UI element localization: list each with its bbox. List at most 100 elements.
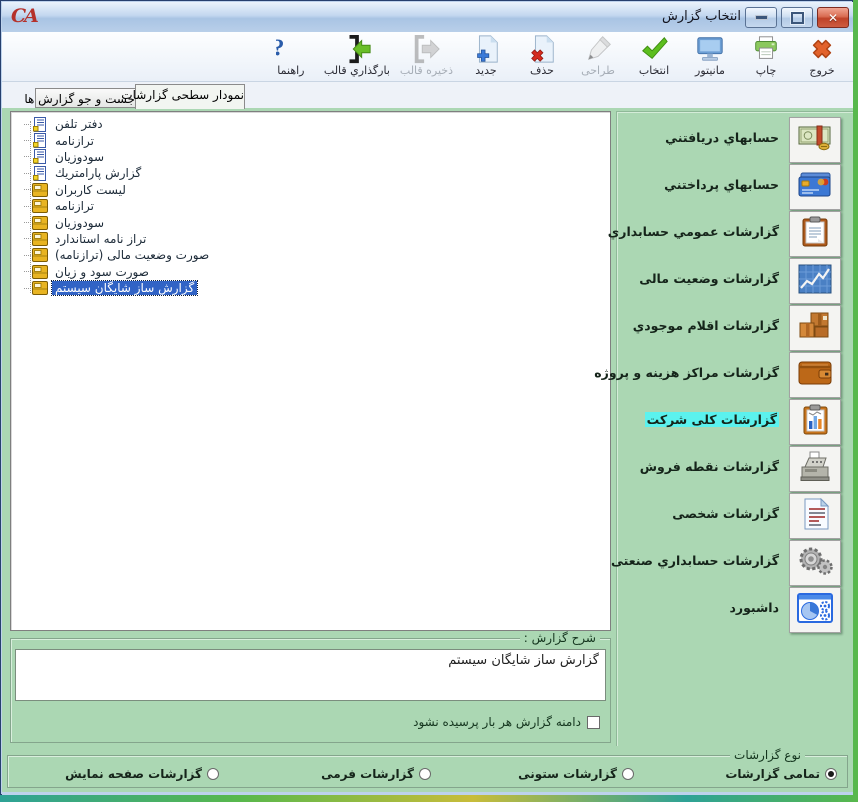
- tree-item-label[interactable]: گزارش پارامتریك: [52, 166, 144, 180]
- category-sidebar: حسابهاي دريافتني حسابهاي پرداختني گزارشات …: [616, 111, 853, 747]
- report-type-option[interactable]: گزارشات صفحه نمایش: [65, 767, 219, 781]
- toolbar-button-delete[interactable]: حذف: [515, 34, 569, 77]
- radio-button[interactable]: [419, 768, 431, 780]
- tree-item[interactable]: گزارش پارامتریك: [11, 165, 610, 181]
- maximize-button[interactable]: [781, 7, 813, 28]
- close-button[interactable]: ✕: [817, 7, 849, 28]
- report-tree-panel: دفتر تلفن ترازنامه سودوزیان گزارش پارامتریك…: [10, 111, 611, 631]
- category-label[interactable]: گزارشات نقطه فروش: [640, 459, 779, 474]
- import-icon: [324, 34, 390, 64]
- tree-item-label[interactable]: صورت سود و زیان: [52, 265, 152, 279]
- toolbar-button-load-template[interactable]: بارگذاري قالب: [320, 34, 394, 77]
- report-type-bar: نوع گزارشات تمامی گزارشات گزارشات ستونی گز…: [2, 746, 853, 792]
- category-label[interactable]: گزارشات مراکز هزینه و پروژه: [594, 365, 779, 380]
- category-label[interactable]: گزارشات اقلام موجودي: [633, 318, 779, 333]
- radio-label: تمامی گزارشات: [725, 767, 820, 781]
- toolbar-label-delete: حذف: [519, 64, 565, 77]
- tree-item[interactable]: ترازنامه: [11, 132, 610, 148]
- drawer-icon: [32, 215, 48, 230]
- tree-item[interactable]: صورت سود و زیان: [11, 264, 610, 280]
- app-logo: CA: [11, 5, 37, 27]
- tree-item-label[interactable]: دفتر تلفن: [52, 117, 106, 131]
- clipboard-chart-icon: [796, 404, 834, 440]
- report-type-group-label: نوع گزارشات: [730, 748, 805, 762]
- category-row: حسابهاي پرداختني: [617, 163, 853, 210]
- report-type-option[interactable]: گزارشات فرمی: [321, 767, 431, 781]
- category-label[interactable]: داشبورد: [729, 600, 779, 615]
- main-area: دفتر تلفن ترازنامه سودوزیان گزارش پارامتریك…: [2, 108, 853, 746]
- ask-range-checkbox[interactable]: [587, 716, 600, 729]
- report-select-window: CA انتخاب گزارش ✕ خروجچاپمانیتورانتخاب طر…: [0, 0, 853, 795]
- description-groupbox: شرح گزارش : گزارش ساز شایگان سیستم دامنه…: [10, 638, 611, 743]
- category-button[interactable]: [789, 117, 841, 163]
- category-button[interactable]: [789, 305, 841, 351]
- category-button[interactable]: [789, 164, 841, 210]
- category-label[interactable]: گزارشات عمومي حسابداري: [608, 224, 779, 239]
- tree-item[interactable]: تراز نامه استاندارد: [11, 231, 610, 247]
- tree-item-label[interactable]: سودوزیان: [52, 216, 107, 230]
- category-button[interactable]: [789, 446, 841, 492]
- category-row: حسابهاي دريافتني: [617, 116, 853, 163]
- category-label[interactable]: گزارشات کلی شرکت: [645, 412, 779, 427]
- toolbar-button-help[interactable]: ? راهنما: [264, 34, 318, 77]
- dashboard-icon: [796, 592, 834, 628]
- radio-label: گزارشات صفحه نمایش: [65, 767, 202, 781]
- tree-item-label[interactable]: گزارش ساز شایگان سیستم: [52, 281, 197, 295]
- description-textbox[interactable]: گزارش ساز شایگان سیستم: [15, 649, 606, 701]
- toolbar-label-design: طراحی: [575, 64, 621, 77]
- line-chart-icon: [796, 263, 834, 299]
- tree-item[interactable]: لیست کاربران: [11, 182, 610, 198]
- category-label[interactable]: گزارشات شخصی: [672, 506, 779, 521]
- window-bottom-frame: [2, 792, 853, 795]
- category-row: داشبورد: [617, 586, 853, 633]
- category-button[interactable]: [789, 399, 841, 445]
- report-type-option[interactable]: تمامی گزارشات: [725, 767, 837, 781]
- toolbar-label-save-template: ذخیره قالب: [400, 64, 453, 77]
- radio-button-selected[interactable]: [825, 768, 837, 780]
- tree-item-label[interactable]: ترازنامه: [52, 199, 97, 213]
- category-label[interactable]: گزارشات وضعیت مالی: [639, 271, 779, 286]
- toolbar-label-new: جدید: [463, 64, 509, 77]
- gears-icon: [796, 545, 834, 581]
- category-button[interactable]: [789, 587, 841, 633]
- tree-item[interactable]: دفتر تلفن: [11, 116, 610, 132]
- tree-item-label[interactable]: صورت وضعیت مالی (ترازنامه): [52, 248, 212, 262]
- tree-item[interactable]: ترازنامه: [11, 198, 610, 214]
- category-button[interactable]: [789, 211, 841, 257]
- tree-item-label[interactable]: تراز نامه استاندارد: [52, 232, 149, 246]
- category-label[interactable]: حسابهاي دريافتني: [665, 130, 779, 145]
- question-icon: ?: [268, 34, 314, 64]
- title-bar[interactable]: CA انتخاب گزارش ✕: [2, 2, 853, 33]
- drawer-icon: [32, 182, 48, 197]
- category-button[interactable]: [789, 493, 841, 539]
- category-label[interactable]: گزارشات حسابداري صنعتی: [611, 553, 779, 568]
- checkmark-icon: [631, 34, 677, 64]
- toolbar-button-exit[interactable]: خروج: [795, 34, 849, 77]
- tab-tree-reports[interactable]: نمودار سطحی گزارشات: [135, 84, 245, 109]
- radio-button[interactable]: [207, 768, 219, 780]
- svg-text:?: ?: [276, 35, 284, 62]
- tree-item-label[interactable]: لیست کاربران: [52, 183, 129, 197]
- tree-item-label[interactable]: ترازنامه: [52, 134, 97, 148]
- tab-strip: جست و جو گزارش هانمودار سطحی گزارشات: [2, 82, 853, 108]
- tree-item[interactable]: سودوزیان: [11, 149, 610, 165]
- desktop: { "window": { "title": "انتخاب گزارش", "…: [0, 0, 858, 802]
- toolbar-label-help: راهنما: [268, 64, 314, 77]
- toolbar-button-print[interactable]: چاپ: [739, 34, 793, 77]
- category-button[interactable]: [789, 258, 841, 304]
- tree-item[interactable]: گزارش ساز شایگان سیستم: [11, 280, 610, 296]
- category-button[interactable]: [789, 540, 841, 586]
- cash-register-icon: [796, 451, 834, 487]
- tree-item-label[interactable]: سودوزیان: [52, 150, 107, 164]
- tree-item[interactable]: سودوزیان: [11, 214, 610, 230]
- report-type-option[interactable]: گزارشات ستونی: [518, 767, 634, 781]
- toolbar-button-monitor[interactable]: مانیتور: [683, 34, 737, 77]
- tree-item[interactable]: صورت وضعیت مالی (ترازنامه): [11, 247, 610, 263]
- category-button[interactable]: [789, 352, 841, 398]
- toolbar-button-new[interactable]: جدید: [459, 34, 513, 77]
- toolbar-button-select[interactable]: انتخاب: [627, 34, 681, 77]
- radio-button[interactable]: [622, 768, 634, 780]
- minimize-icon: [755, 15, 768, 20]
- minimize-button[interactable]: [745, 7, 777, 28]
- category-label[interactable]: حسابهاي پرداختني: [664, 177, 779, 192]
